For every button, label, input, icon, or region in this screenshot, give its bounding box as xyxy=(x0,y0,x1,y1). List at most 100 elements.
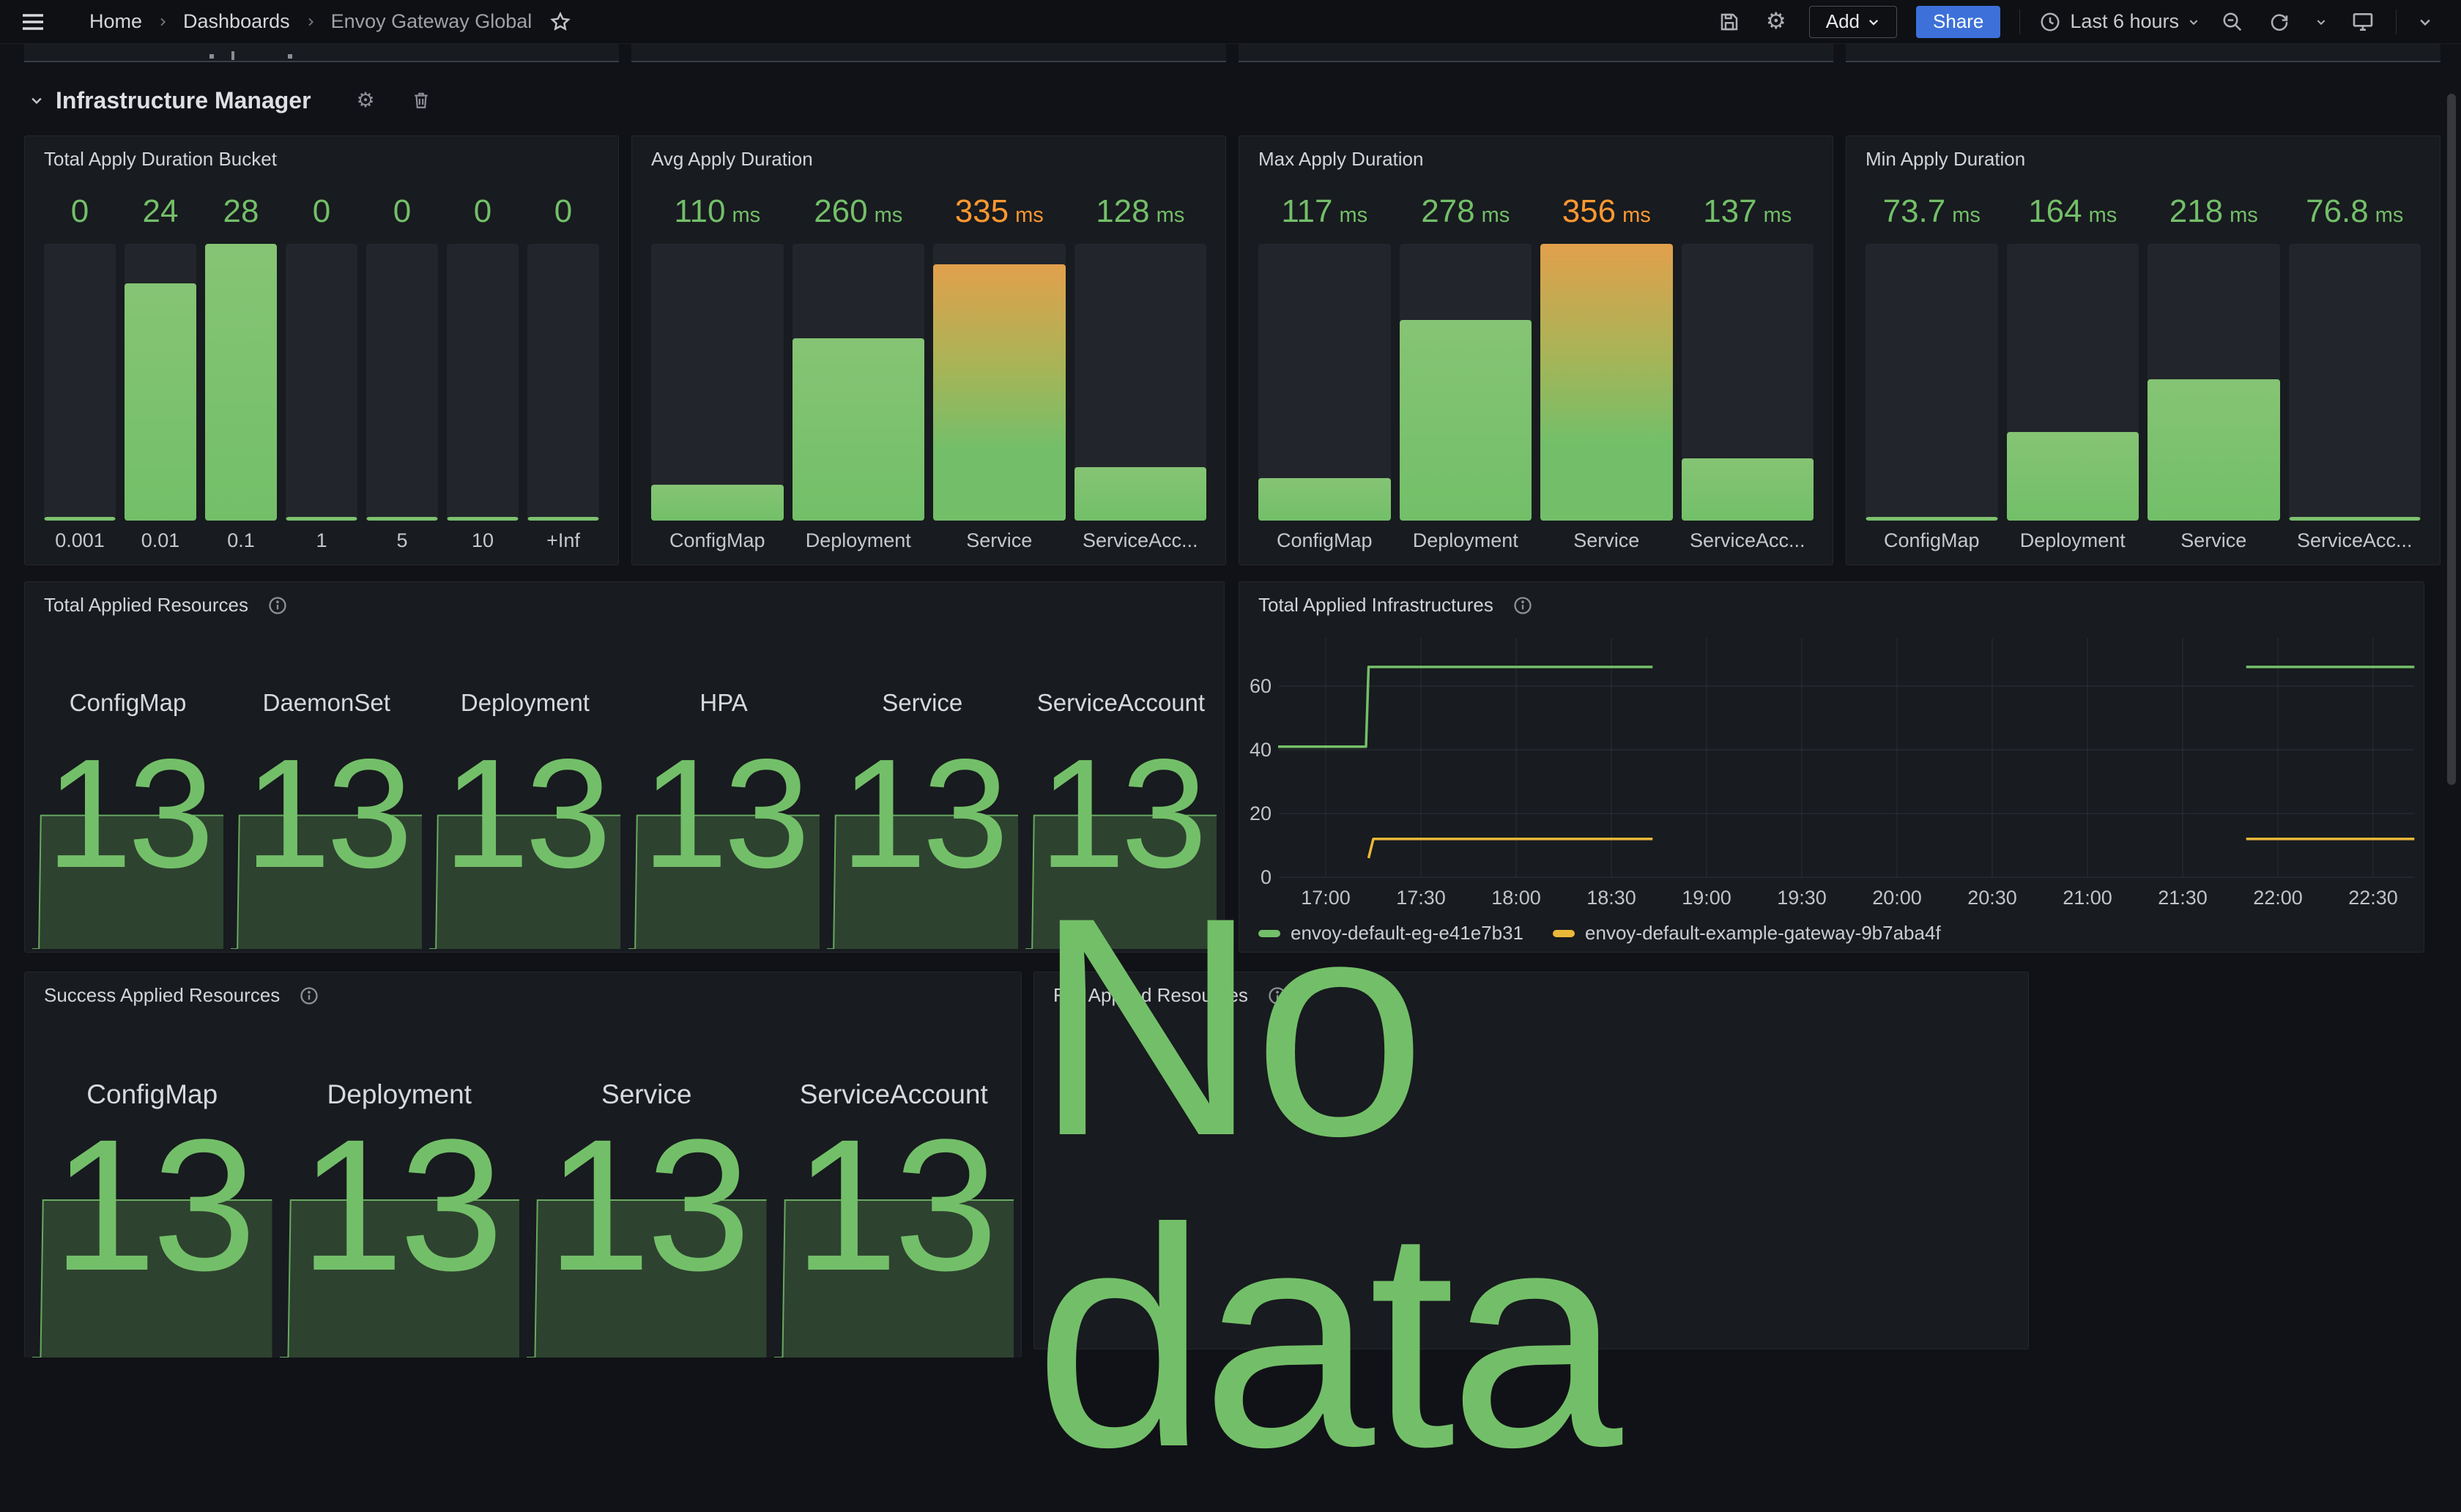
chevron-down-icon xyxy=(1867,15,1880,29)
category-label: 10 xyxy=(447,529,519,554)
scrolled-panel-remnant xyxy=(1846,44,2440,62)
stat-Service: Service13 xyxy=(825,670,1020,952)
info-icon[interactable] xyxy=(299,986,319,1006)
chevron-right-icon xyxy=(157,16,168,28)
category-label: Deployment xyxy=(793,529,925,554)
refresh-icon[interactable] xyxy=(2265,8,2293,36)
value-number: 260 xyxy=(814,193,867,230)
stat-value: 13 xyxy=(428,736,622,891)
panel-title: Avg Apply Duration xyxy=(651,148,813,171)
stats-row: ConfigMap13Deployment13Service13ServiceA… xyxy=(31,1060,1015,1358)
bar-chart xyxy=(1866,244,2421,521)
panel-success-applied-resources: Success Applied Resources ConfigMap13Dep… xyxy=(24,972,1022,1358)
category-label: Deployment xyxy=(1400,529,1532,554)
bar-0.01 xyxy=(125,283,196,521)
add-button[interactable]: Add xyxy=(1809,6,1897,38)
row-delete-trash-icon[interactable] xyxy=(412,91,431,110)
value-unit: ms xyxy=(2375,204,2404,228)
value-Service: 356ms xyxy=(1540,193,1673,234)
category-label: Service xyxy=(1540,529,1673,554)
value-number: 110 xyxy=(674,193,725,230)
bar-track-1 xyxy=(286,244,357,521)
bar-categories-row: 0.0010.010.11510+Inf xyxy=(44,529,599,554)
bar-5 xyxy=(366,517,438,521)
scrolled-panel-remnant xyxy=(1239,44,1833,62)
clipped-tick-fragment xyxy=(231,51,234,60)
value-number: 73.7 xyxy=(1883,193,1946,230)
panel-total-applied-resources: Total Applied Resources ConfigMap13Daemo… xyxy=(24,581,1225,953)
zoom-out-icon[interactable] xyxy=(2219,8,2246,36)
bar-track-Service xyxy=(933,244,1066,521)
share-button[interactable]: Share xyxy=(1916,6,2000,38)
dashboard-settings-gear-icon[interactable]: ⚙ xyxy=(1762,8,1790,36)
top-navbar: Home Dashboards Envoy Gateway Global ⚙ A… xyxy=(0,0,2461,44)
bar-track-10 xyxy=(447,244,519,521)
favorite-star-icon[interactable] xyxy=(546,8,574,36)
value-unit: ms xyxy=(1764,204,1792,228)
save-dashboard-icon[interactable] xyxy=(1715,8,1743,36)
panel-title: Total Apply Duration Bucket xyxy=(44,148,277,171)
clock-icon xyxy=(2039,11,2061,33)
category-label: +Inf xyxy=(527,529,599,554)
value-number: 28 xyxy=(223,193,259,230)
stat-Deployment: Deployment13 xyxy=(428,670,622,952)
stat-ServiceAccount: ServiceAccount13 xyxy=(1024,670,1218,952)
no-data-message: No data xyxy=(1034,1016,2028,1349)
svg-text:22:00: 22:00 xyxy=(2253,887,2303,909)
category-label: Service xyxy=(2148,529,2280,554)
stat-ConfigMap: ConfigMap13 xyxy=(31,1060,274,1358)
bar-track-0.1 xyxy=(205,244,277,521)
bar-track-5 xyxy=(366,244,438,521)
value-number: 164 xyxy=(2028,193,2082,230)
stat-Deployment: Deployment13 xyxy=(278,1060,521,1358)
stat-label: DaemonSet xyxy=(229,689,423,717)
panel-title: Total Applied Resources xyxy=(44,594,248,617)
bar-chart xyxy=(44,244,599,521)
value-ServiceAcc...: 76.8ms xyxy=(2289,193,2421,234)
stat-DaemonSet: DaemonSet13 xyxy=(229,670,423,952)
category-label: Deployment xyxy=(2007,529,2139,554)
refresh-interval-chevron-icon[interactable] xyxy=(2312,8,2330,36)
bar-0.1 xyxy=(205,244,277,521)
value-unit: ms xyxy=(732,204,760,228)
svg-text:60: 60 xyxy=(1250,675,1272,697)
breadcrumb-dashboards[interactable]: Dashboards xyxy=(183,10,290,33)
panel-max-apply-duration: Max Apply Duration 117ms278ms356ms137ms … xyxy=(1239,135,1833,565)
stat-label: ServiceAccount xyxy=(1024,689,1218,717)
info-icon[interactable] xyxy=(267,595,288,616)
stat-HPA: HPA13 xyxy=(627,670,821,952)
value-5: 0 xyxy=(366,193,438,234)
svg-text:21:30: 21:30 xyxy=(2158,887,2208,909)
collapse-navbar-chevron-icon[interactable] xyxy=(2416,8,2435,36)
category-label: Service xyxy=(933,529,1066,554)
bar-values-row: 024280000 xyxy=(44,193,599,234)
bar-values-row: 110ms260ms335ms128ms xyxy=(651,193,1206,234)
hamburger-menu-icon[interactable] xyxy=(19,8,47,36)
value-Deployment: 278ms xyxy=(1400,193,1532,234)
bar-Service xyxy=(933,264,1066,521)
value-number: 278 xyxy=(1421,193,1474,230)
stat-Service: Service13 xyxy=(525,1060,768,1358)
value-0.001: 0 xyxy=(44,193,116,234)
time-range-picker[interactable]: Last 6 hours xyxy=(2039,10,2200,33)
row-title[interactable]: Infrastructure Manager xyxy=(56,87,311,114)
bar-ConfigMap xyxy=(1258,478,1391,521)
value-number: 117 xyxy=(1281,193,1332,230)
bar-track-ServiceAcc... xyxy=(1074,244,1207,521)
panel-avg-apply-duration: Avg Apply Duration 110ms260ms335ms128ms … xyxy=(631,135,1226,565)
bar-Service xyxy=(1540,244,1673,521)
category-label: 0.1 xyxy=(205,529,277,554)
stat-value: 13 xyxy=(825,736,1020,891)
row-settings-gear-icon[interactable]: ⚙ xyxy=(357,90,375,111)
category-label: ConfigMap xyxy=(1866,529,1998,554)
row-collapse-chevron-icon[interactable] xyxy=(29,93,44,108)
value-number: 0 xyxy=(474,193,491,230)
scrollbar-thumb[interactable] xyxy=(2447,94,2456,785)
value-unit: ms xyxy=(1622,204,1651,228)
bar-categories-row: ConfigMapDeploymentServiceServiceAcc... xyxy=(1258,529,1814,554)
breadcrumb-home[interactable]: Home xyxy=(89,10,142,33)
value-Service: 218ms xyxy=(2148,193,2280,234)
bar-track-ServiceAcc... xyxy=(1682,244,1814,521)
value-number: 218 xyxy=(2169,193,2223,230)
kiosk-mode-monitor-icon[interactable] xyxy=(2349,8,2377,36)
